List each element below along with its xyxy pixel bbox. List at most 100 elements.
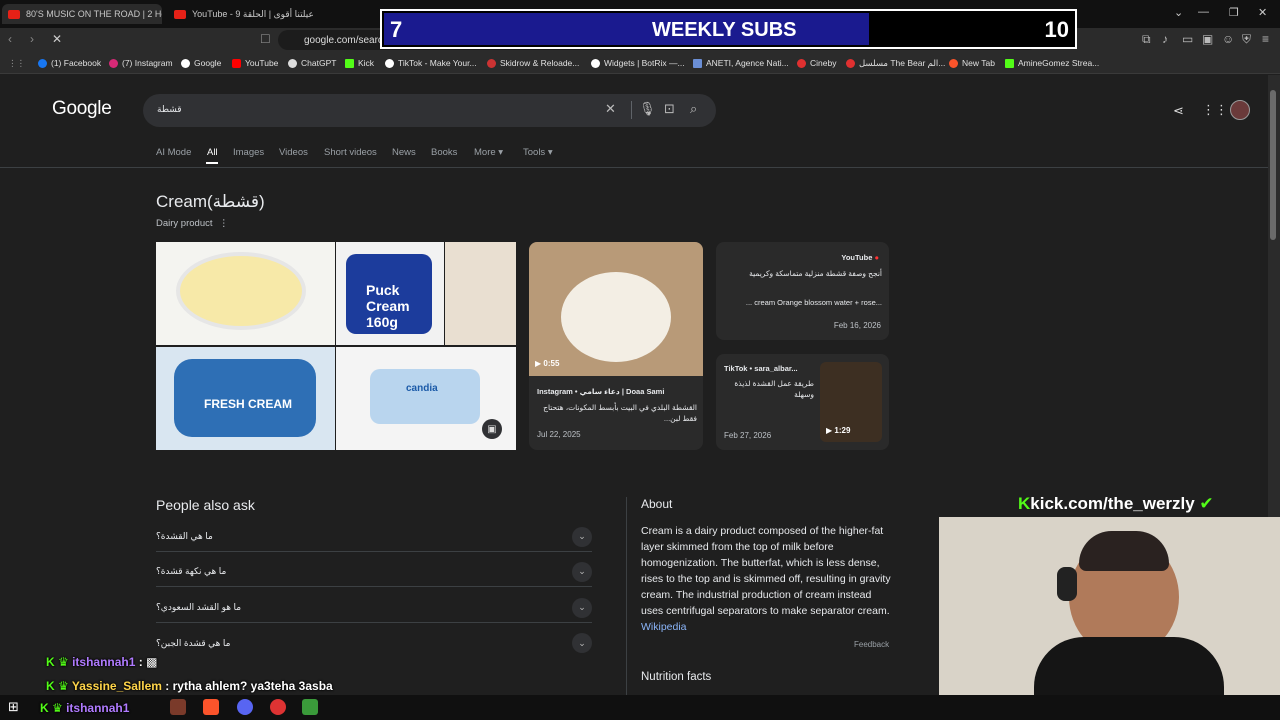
bookmark-kick[interactable]: Kick [345,56,374,70]
tiktok-card[interactable]: TikTok • sara_albar... طريقة عمل القشدة … [716,354,889,450]
avatar[interactable] [1230,100,1250,120]
scrollbar-thumb[interactable] [1270,90,1276,240]
subs-current: 7 [390,17,403,42]
stop-icon[interactable]: ✕ [52,32,62,46]
sidebar-icon[interactable]: ▭ [1182,32,1193,46]
card-caption-en: ... cream Orange blossom water + rose... [745,298,882,307]
tab-ai-mode[interactable]: AI Mode [156,147,191,158]
bookmark-youtube[interactable]: YouTube [232,56,278,70]
tab-books[interactable]: Books [431,147,457,158]
question-text: ما هي نكهة قشدة؟ [156,566,227,576]
cream-image-candia[interactable]: candia ▣ [336,347,516,450]
wallet-icon[interactable]: ▣ [1202,32,1213,46]
bookmark-thebear[interactable]: مسلسل The Bear الم... [846,56,945,70]
youtube-card[interactable]: YouTube ● أنجح وصفة قشطة منزلية متماسكة … [716,242,889,340]
bookmark-chatgpt[interactable]: ChatGPT [288,56,336,70]
puck-label: Puck Cream 160g [366,282,410,330]
share-icon[interactable]: ⋖ [1173,103,1184,119]
extensions-icon[interactable]: ⧉ [1142,32,1151,47]
youtube-icon [232,58,241,68]
tab-title: YouTube - 9 عيلتنا أقوى | الحلقة [192,8,314,19]
menu-icon[interactable]: ≡ [1262,32,1269,46]
bookmark-botrix[interactable]: Widgets | BotRix —... [591,56,685,70]
bookmark-label: TikTok - Make Your... [398,58,477,68]
nutrition-facts-title: Nutrition facts [641,671,712,683]
paa-question[interactable]: ما هو القشد السعودي؟ ⌄ [156,593,592,623]
apps-icon[interactable]: ⋮⋮ [8,56,25,70]
bookmark-tiktok[interactable]: TikTok - Make Your... [385,56,477,70]
back-icon[interactable]: ‹ [8,32,12,46]
tab-images[interactable]: Images [233,147,264,158]
url-text: google.com/search [304,34,389,46]
close-icon[interactable]: ✕ [1258,6,1267,19]
header-divider [0,167,1268,168]
entity-title: Cream(قشطة) [156,192,265,211]
brave-icon[interactable] [203,699,219,715]
more-options-icon[interactable]: ⋮ [219,218,229,229]
image-gallery-icon[interactable]: ▣ [482,419,502,439]
bookmark-facebook[interactable]: (1) Facebook [38,56,101,70]
bookmark-icon[interactable]: ☐ [260,32,271,46]
card-caption: طريقة عمل القشدة لذيذة وسهلة [734,379,814,399]
wikipedia-link[interactable]: Wikipedia [641,621,687,633]
feedback-link[interactable]: Feedback [854,640,889,649]
cream-image-fresh[interactable]: FRESH CREAM [156,347,335,450]
source-label: YouTube [841,253,873,262]
google-apps-icon[interactable]: ⋮⋮ [1202,102,1228,118]
tab-youtube[interactable]: YouTube - 9 عيلتنا أقوى | الحلقة [168,4,343,24]
taskbar-app-icon[interactable] [170,699,186,715]
shield-icon[interactable]: ⛨ [1242,32,1251,47]
chat-message: K ♛ itshannah1 [40,701,129,715]
taskbar-app-icon[interactable] [302,699,318,715]
question-text: ما هي قشدة الجبن؟ [156,637,231,648]
bookmark-instagram[interactable]: (7) Instagram [109,56,173,70]
tab-search-icon[interactable]: ⌄ [1174,6,1183,19]
bookmark-aminegomez[interactable]: AmineGomez Strea... [1005,56,1099,70]
tab-all[interactable]: All [207,147,218,158]
youtube-icon [8,9,20,19]
bookmark-cineby[interactable]: Cineby [797,56,836,70]
divider [631,101,632,119]
cream-image-puck[interactable]: Puck Cream 160g [336,242,444,345]
bookmark-aneti[interactable]: ANETI, Agence Nati... [693,56,789,70]
clear-icon[interactable]: ✕ [605,101,616,117]
instagram-card[interactable]: ▶ 0:55 Instagram • دعاء سامي | Doaa Sami… [529,242,703,450]
bookmark-google[interactable]: Google [181,56,221,70]
paa-question[interactable]: ما هي قشدة الجبن؟ ⌄ [156,628,592,658]
tab-more[interactable]: More ▾ [474,147,503,158]
search-query[interactable]: قشطة [157,104,182,115]
obs-icon[interactable] [270,699,286,715]
paa-question[interactable]: ما هي نكهة قشدة؟ ⌄ [156,557,592,587]
tab-tools[interactable]: Tools ▾ [523,147,553,158]
cream-image-poster[interactable] [445,242,516,345]
profile-icon[interactable]: ☺ [1222,32,1234,46]
discord-icon[interactable] [237,699,253,715]
lens-icon[interactable]: ⊡ [664,101,675,117]
bookmark-skidrow[interactable]: Skidrow & Reloade... [487,56,579,70]
tab-music[interactable]: 80'S MUSIC ON THE ROAD | 2 Hours [2,4,162,24]
tab-news[interactable]: News [392,147,416,158]
google-logo[interactable]: Google [52,98,112,120]
tab-videos[interactable]: Videos [279,147,308,158]
card-source: YouTube ● [841,252,879,263]
search-icon[interactable]: ⌕ [690,101,697,117]
chevron-down-icon: ⌄ [572,597,592,618]
kick-icon: K [1018,494,1031,513]
entity-type: Dairy product [156,218,213,229]
chevron-down-icon: ▾ [547,147,553,158]
restore-icon[interactable]: ❐ [1229,6,1239,19]
minimize-icon[interactable]: — [1198,6,1209,18]
music-icon[interactable]: ♪ [1162,32,1168,46]
bookmark-newtab[interactable]: New Tab [949,56,995,70]
forward-icon[interactable]: › [30,32,34,46]
google-icon [181,58,190,68]
tiktok-icon [385,58,394,68]
windows-start-icon[interactable]: ⊞ [8,699,24,715]
tab-short-videos[interactable]: Short videos [324,147,377,158]
chevron-down-icon: ⌄ [572,526,592,547]
microphone-icon[interactable]: 🎙 [639,101,656,117]
cream-image-bowl[interactable] [156,242,335,345]
candia-tub [370,369,480,424]
chat-message: K ♛ itshannah1 : ▩ [46,655,158,669]
paa-question[interactable]: ما هي القشدة؟ ⌄ [156,522,592,552]
